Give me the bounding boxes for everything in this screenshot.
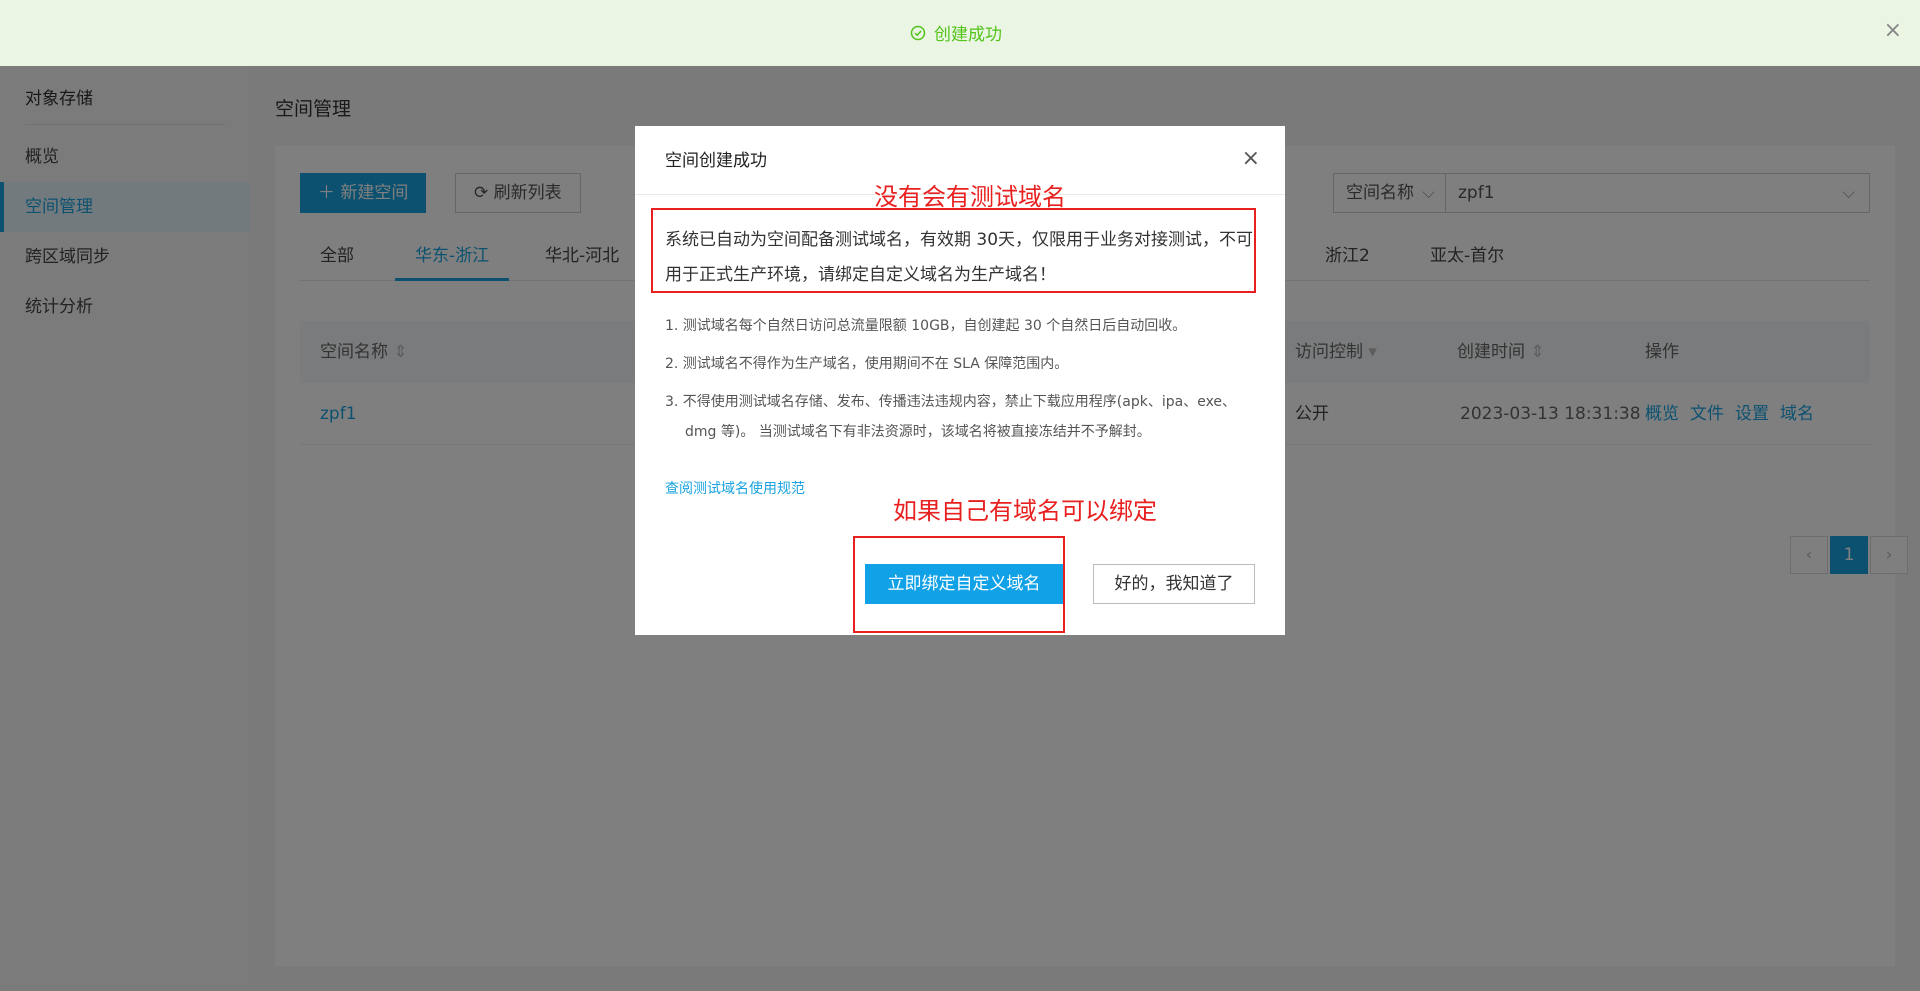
rule-item: 2. 测试域名不得作为生产域名，使用期间不在 SLA 保障范围内。 bbox=[665, 356, 1069, 372]
annotation-bottom-text: 如果自己有域名可以绑定 bbox=[893, 497, 1157, 525]
rule-item: 1. 测试域名每个自然日访问总流量限额 10GB，自创建起 30 个自然日后自动… bbox=[665, 318, 1187, 334]
check-circle-icon bbox=[910, 25, 926, 40]
rules-list: 1. 测试域名每个自然日访问总流量限额 10GB，自创建起 30 个自然日后自动… bbox=[665, 311, 1255, 455]
acknowledge-button[interactable]: 好的，我知道了 bbox=[1093, 564, 1255, 604]
toast-message: 创建成功 bbox=[934, 25, 1002, 45]
annotation-notice-box bbox=[651, 208, 1256, 293]
success-toast: 创建成功 × bbox=[0, 0, 1920, 66]
rule-item: 3. 不得使用测试域名存储、发布、传播违法违规内容，禁止下载应用程序(apk、i… bbox=[665, 394, 1237, 440]
annotation-top-text: 没有会有测试域名 bbox=[874, 183, 1066, 211]
dialog-title: 空间创建成功 bbox=[665, 151, 767, 171]
dialog-close-icon[interactable]: × bbox=[1242, 148, 1260, 170]
toast-close-icon[interactable]: × bbox=[1884, 20, 1902, 42]
annotation-button-box bbox=[853, 536, 1065, 633]
usage-spec-link[interactable]: 查阅测试域名使用规范 bbox=[665, 478, 805, 498]
